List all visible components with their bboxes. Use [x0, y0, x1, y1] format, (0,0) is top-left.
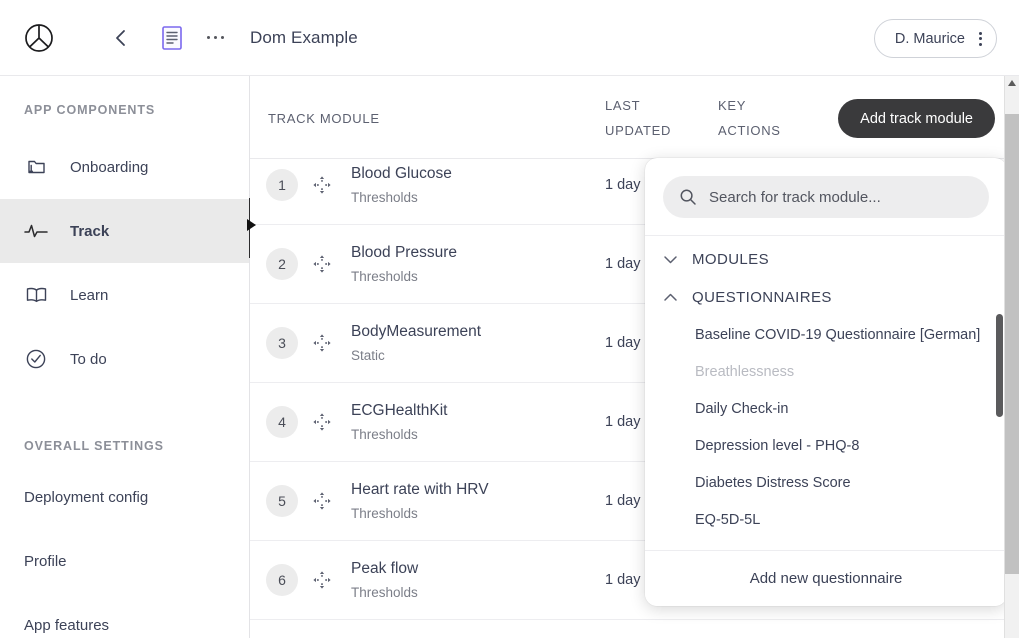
search-field-wrapper[interactable]	[663, 176, 989, 218]
sidebar-item-to-do[interactable]: To do	[0, 327, 249, 391]
sidebar: APP COMPONENTS Onboarding Track Learn To…	[0, 76, 250, 638]
dropdown-scroll-area[interactable]: MODULES QUESTIONNAIRES Baseline COVID-19 Q…	[645, 236, 1007, 550]
dropdown-list-item[interactable]: FIS Hip Questionnaire	[645, 538, 1007, 551]
page-title: Dom Example	[250, 27, 358, 47]
move-handle-icon[interactable]	[310, 331, 334, 355]
dropdown-scrollbar-thumb[interactable]	[996, 314, 1003, 417]
row-last-updated: 1 day	[605, 177, 641, 193]
move-handle-icon[interactable]	[310, 410, 334, 434]
move-handle-icon[interactable]	[310, 489, 334, 513]
sidebar-item-app-features[interactable]: App features	[0, 593, 249, 638]
document-icon[interactable]	[160, 25, 184, 51]
ellipsis-icon[interactable]	[202, 28, 228, 48]
search-input[interactable]	[709, 188, 973, 206]
row-last-updated: 1 day	[605, 572, 641, 588]
chevron-up-icon[interactable]	[663, 291, 678, 304]
dropdown-group-questionnaires[interactable]: QUESTIONNAIRES	[645, 278, 1007, 316]
dropdown-search-area	[645, 158, 1007, 236]
row-last-updated: 1 day	[605, 414, 641, 430]
top-bar: Dom Example D. Maurice	[0, 0, 1019, 76]
add-track-module-button[interactable]: Add track module	[838, 99, 995, 138]
sidebar-item-label: Onboarding	[70, 158, 149, 176]
page-scrollbar[interactable]	[1004, 76, 1019, 638]
sidebar-item-label: Profile	[24, 552, 67, 570]
column-header-last-updated-line2: UPDATED	[605, 123, 672, 138]
column-header-last-updated: LAST UPDATED	[605, 93, 685, 143]
check-circle-icon	[24, 347, 48, 371]
column-header-last-updated-line1: LAST	[605, 98, 641, 113]
dropdown-list-item[interactable]: EQ-5D-5L	[645, 501, 1007, 538]
move-handle-icon[interactable]	[310, 252, 334, 276]
user-name: D. Maurice	[894, 30, 965, 47]
open-book-icon	[24, 283, 48, 307]
user-menu-button[interactable]: D. Maurice	[873, 19, 997, 58]
dropdown-group-label: MODULES	[692, 250, 769, 268]
row-rank-badge: 6	[266, 564, 298, 596]
sidebar-item-track[interactable]: Track	[0, 199, 249, 263]
onboarding-folder-icon	[24, 155, 48, 179]
row-last-updated: 1 day	[605, 493, 641, 509]
row-rank-badge: 3	[266, 327, 298, 359]
table-row[interactable]: 7Oxygen Saturation	[250, 620, 1007, 638]
row-rank-badge: 2	[266, 248, 298, 280]
search-icon	[679, 188, 697, 206]
dropdown-list-body: MODULES QUESTIONNAIRES Baseline COVID-19 Q…	[645, 236, 1007, 550]
move-handle-icon[interactable]	[310, 173, 334, 197]
row-last-updated: 1 day	[605, 335, 641, 351]
chevron-down-icon[interactable]	[663, 253, 678, 266]
sidebar-item-onboarding[interactable]: Onboarding	[0, 135, 249, 199]
sidebar-section-overall-settings: OVERALL SETTINGS	[24, 439, 164, 453]
column-header-key-actions-line1: KEY	[718, 98, 747, 113]
move-handle-icon[interactable]	[310, 568, 334, 592]
back-button[interactable]	[108, 25, 134, 51]
row-last-updated: 1 day	[605, 256, 641, 272]
vertical-dots-icon[interactable]	[979, 31, 982, 46]
pulse-wave-icon	[24, 219, 48, 243]
dropdown-group-modules[interactable]: MODULES	[645, 240, 1007, 278]
page-scrollbar-thumb[interactable]	[1005, 114, 1019, 574]
sidebar-item-label: Learn	[70, 286, 109, 304]
row-rank-badge: 4	[266, 406, 298, 438]
dropdown-group-label: QUESTIONNAIRES	[692, 288, 832, 306]
sidebar-item-label: To do	[70, 350, 107, 368]
row-rank-badge: 1	[266, 169, 298, 201]
peace-circle-logo-icon	[22, 21, 56, 55]
sidebar-item-label: App features	[24, 616, 110, 634]
app-root: Dom Example D. Maurice APP COMPONENTS On…	[0, 0, 1019, 638]
dropdown-list-item[interactable]: Daily Check-in	[645, 390, 1007, 427]
dropdown-list-item[interactable]: Depression level - PHQ-8	[645, 427, 1007, 464]
sidebar-item-label: Track	[70, 222, 110, 240]
column-header-key-actions: KEY ACTIONS	[718, 93, 798, 143]
row-rank-badge: 5	[266, 485, 298, 517]
sidebar-item-profile[interactable]: Profile	[0, 529, 249, 593]
dropdown-list-item[interactable]: Baseline COVID-19 Questionnaire [German]	[645, 316, 1007, 353]
sidebar-item-label: Deployment config	[24, 488, 149, 506]
scroll-up-arrow-icon[interactable]	[1008, 80, 1016, 86]
add-new-questionnaire-button[interactable]: Add new questionnaire	[645, 550, 1007, 606]
dropdown-list-item: Breathlessness	[695, 363, 795, 380]
column-header-track-module: TRACK MODULE	[268, 111, 380, 126]
sidebar-section-app-components: APP COMPONENTS	[24, 103, 156, 117]
dropdown-list-item[interactable]: Diabetes Distress Score	[645, 464, 1007, 501]
sidebar-divider	[0, 391, 249, 412]
column-header-key-actions-line2: ACTIONS	[718, 123, 781, 138]
mouse-cursor	[247, 219, 256, 231]
add-track-module-dropdown: MODULES QUESTIONNAIRES Baseline COVID-19 Q…	[645, 158, 1007, 606]
sidebar-item-learn[interactable]: Learn	[0, 263, 249, 327]
sidebar-item-deployment-config[interactable]: Deployment config	[0, 465, 249, 529]
